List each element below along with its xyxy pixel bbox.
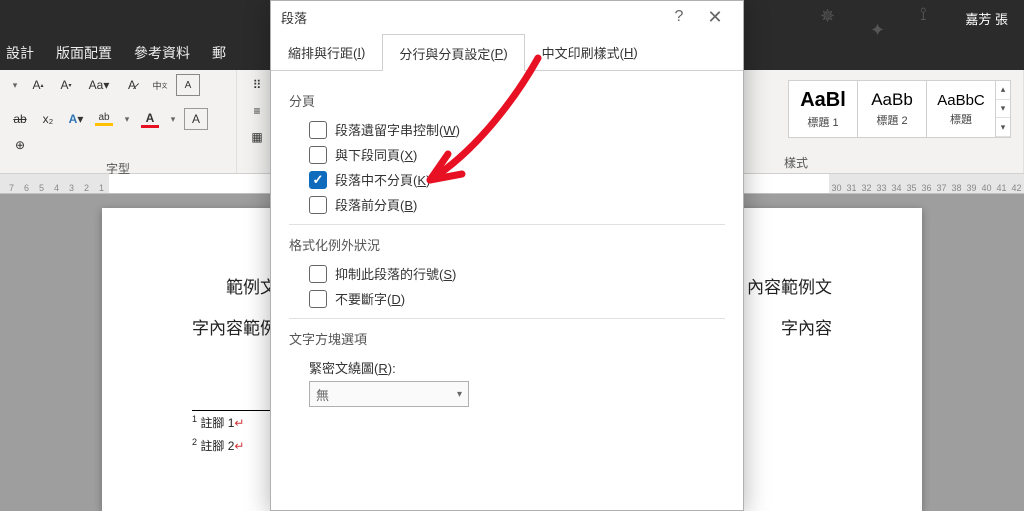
dont-hyphenate-checkbox[interactable]: [309, 290, 327, 308]
dialog-tabs: 縮排與行距(I) 分行與分頁設定(P) 中文印刷樣式(H): [271, 33, 743, 71]
tight-wrap-select[interactable]: 無 ▾: [309, 381, 469, 407]
page-break-before-row: 段落前分頁(B): [309, 195, 725, 214]
text-effects-button[interactable]: A▾: [64, 108, 88, 130]
suppress-line-numbers-row: 抑制此段落的行號(S): [309, 264, 725, 283]
keep-lines-together-row: 段落中不分頁(K): [309, 170, 725, 189]
char-shading-button[interactable]: A: [184, 108, 208, 130]
styles-group: AaBl 標題 1 AaBb 標題 2 AaBbC 標題 ▴ ▾ ▾ 樣式: [776, 70, 1024, 173]
increase-font-button[interactable]: A▴: [26, 74, 50, 96]
decrease-font-button[interactable]: A▾: [54, 74, 78, 96]
tight-wrap-label: 緊密文繞圖(R):: [309, 358, 725, 377]
subsuper-button[interactable]: x₂: [36, 108, 60, 130]
style-tile-heading1[interactable]: AaBl 標題 1: [788, 80, 858, 138]
tab-references[interactable]: 參考資料: [134, 43, 190, 63]
tab-layout[interactable]: 版面配置: [56, 43, 112, 63]
keep-lines-together-checkbox[interactable]: [309, 171, 327, 189]
tab-asian-typography[interactable]: 中文印刷樣式(H): [525, 33, 655, 70]
keep-with-next-checkbox[interactable]: [309, 146, 327, 164]
body-text: 內容範例文: [747, 268, 832, 309]
dialog-titlebar: 段落 ? ✕: [271, 1, 743, 33]
paragraph-mark-icon: ↵: [234, 439, 244, 453]
widow-orphan-label: 段落遺留字串控制(W): [335, 120, 460, 139]
section-formatting-label: 格式化例外狀況: [289, 235, 725, 254]
paragraph-dialog: 段落 ? ✕ 縮排與行距(I) 分行與分頁設定(P) 中文印刷樣式(H) 分頁 …: [270, 0, 744, 511]
chevron-down-icon: ▾: [457, 389, 462, 400]
section-pagination-label: 分頁: [289, 91, 725, 110]
tab-indent-spacing[interactable]: 縮排與行距(I): [271, 33, 382, 70]
paragraph-mark-icon: ↵: [234, 416, 244, 430]
styles-scroller[interactable]: ▴ ▾ ▾: [995, 80, 1011, 138]
clear-format-button[interactable]: A̷: [120, 74, 144, 96]
enclose-button[interactable]: A: [176, 74, 200, 96]
body-text: 字內容範例: [192, 309, 277, 350]
keep-lines-together-label: 段落中不分頁(K): [335, 170, 430, 189]
style-tile-title[interactable]: AaBbC 標題: [926, 80, 996, 138]
border-button[interactable]: ▦: [245, 126, 269, 148]
styles-group-label: 樣式: [776, 154, 1023, 171]
widow-orphan-row: 段落遺留字串控制(W): [309, 120, 725, 139]
body-text: 範例文: [192, 268, 277, 309]
page-break-before-label: 段落前分頁(B): [335, 195, 417, 214]
dont-hyphenate-label: 不要斷字(D): [335, 289, 405, 308]
help-button[interactable]: ?: [661, 3, 697, 31]
font-color-dropdown[interactable]: ▾: [166, 108, 180, 130]
suppress-line-numbers-label: 抑制此段落的行號(S): [335, 264, 456, 283]
phonetic-guide-button[interactable]: 中文: [148, 74, 172, 96]
change-case-button[interactable]: Aa▾: [82, 74, 116, 96]
widow-orphan-checkbox[interactable]: [309, 121, 327, 139]
strikethrough-button[interactable]: ab: [8, 108, 32, 130]
styles-more-icon[interactable]: ▾: [996, 118, 1010, 137]
section-textbox-label: 文字方塊選項: [289, 329, 725, 348]
scroll-down-icon[interactable]: ▾: [996, 100, 1010, 119]
suppress-line-numbers-checkbox[interactable]: [309, 265, 327, 283]
highlight-button[interactable]: ab: [92, 108, 116, 130]
username-label: 嘉芳 張: [965, 9, 1008, 28]
page-break-before-checkbox[interactable]: [309, 196, 327, 214]
font-dropdown-arrow[interactable]: ▾: [8, 74, 22, 96]
dont-hyphenate-row: 不要斷字(D): [309, 289, 725, 308]
highlight-dropdown[interactable]: ▾: [120, 108, 134, 130]
bullets-button[interactable]: ⠿: [245, 74, 269, 96]
font-color-button[interactable]: A: [138, 108, 162, 130]
dialog-title-text: 段落: [281, 8, 307, 27]
char-border-button[interactable]: ⊕: [8, 134, 32, 156]
decrease-indent-button[interactable]: ≡: [245, 100, 269, 122]
scroll-up-icon[interactable]: ▴: [996, 81, 1010, 100]
close-button[interactable]: ✕: [697, 3, 733, 31]
style-tile-heading2[interactable]: AaBb 標題 2: [857, 80, 927, 138]
tab-line-page-breaks[interactable]: 分行與分頁設定(P): [382, 34, 524, 71]
tab-design[interactable]: 設計: [6, 43, 34, 63]
dialog-body: 分頁 段落遺留字串控制(W) 與下段同頁(X) 段落中不分頁(K) 段落前分頁(…: [271, 71, 743, 427]
tab-mailings[interactable]: 郵: [212, 43, 226, 63]
keep-with-next-row: 與下段同頁(X): [309, 145, 725, 164]
body-text: 字內容: [781, 309, 832, 350]
font-group: ▾ A▴ A▾ Aa▾ A̷ 中文 A ab x₂ A▾ ab ▾ A ▾ A …: [0, 70, 237, 173]
tight-wrap-value: 無: [316, 385, 329, 404]
keep-with-next-label: 與下段同頁(X): [335, 145, 417, 164]
